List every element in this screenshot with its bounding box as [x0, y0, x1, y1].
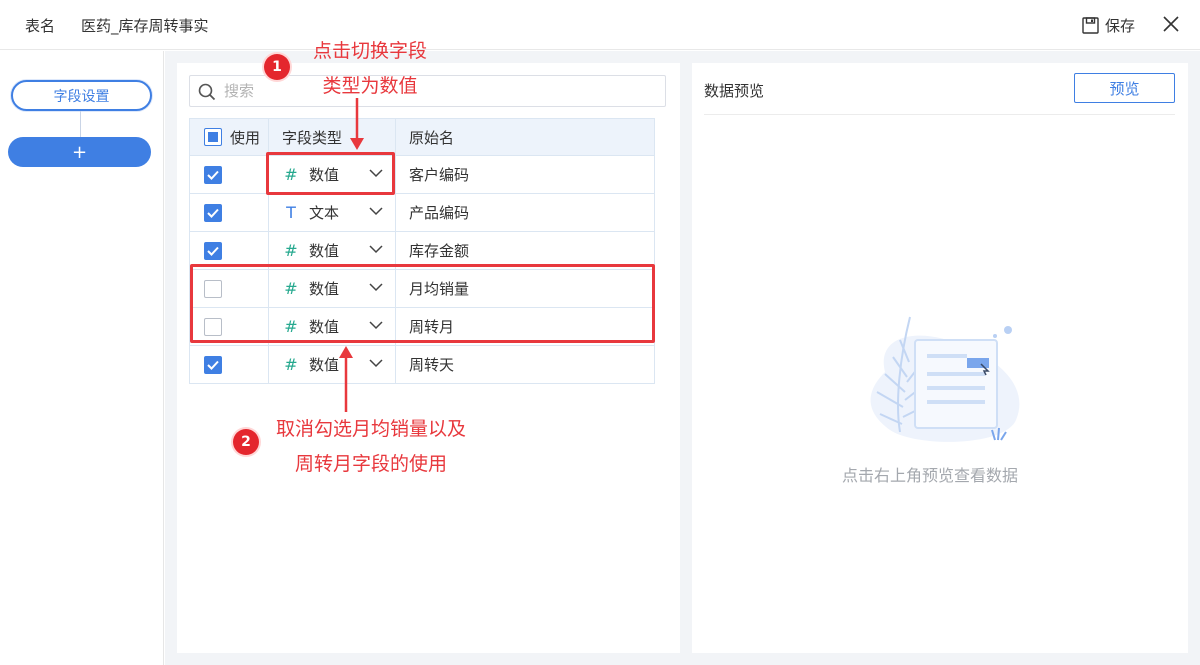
text-type-icon: T	[286, 203, 296, 222]
top-bar: 表名 医药_库存周转事实 保存	[0, 0, 1200, 50]
use-checkbox[interactable]	[204, 355, 222, 374]
search-icon	[198, 83, 216, 101]
table-row: # 数值 客户编码	[189, 155, 655, 194]
table-name-label: 表名	[25, 17, 56, 35]
chevron-down-icon	[369, 358, 383, 367]
type-dropdown[interactable]: T 文本	[269, 195, 395, 231]
annotation-note-1-line-1: 点击切换字段	[312, 40, 427, 62]
save-label: 保存	[1105, 16, 1136, 35]
steps-sidebar: 字段设置 +	[0, 51, 164, 665]
number-type-icon: #	[284, 355, 298, 374]
chevron-down-icon	[369, 244, 383, 253]
type-dropdown[interactable]: # 数值	[269, 347, 395, 383]
use-checkbox[interactable]	[204, 203, 222, 222]
original-name: 周转天	[395, 345, 655, 384]
save-icon	[1082, 16, 1099, 34]
preview-button[interactable]: 预览	[1074, 73, 1175, 103]
table-name-value: 医药_库存周转事实	[81, 17, 209, 35]
annotation-note-2-line-2: 周转月字段的使用	[294, 453, 447, 475]
header-use: 使用	[189, 118, 269, 156]
type-label: 数值	[309, 356, 340, 374]
preview-divider	[704, 114, 1175, 115]
type-label: 数值	[309, 242, 340, 260]
use-checkbox[interactable]	[204, 241, 222, 260]
annotation-badge-1: 1	[264, 54, 290, 80]
preview-title: 数据预览	[704, 82, 765, 100]
empty-hint: 点击右上角预览查看数据	[842, 466, 1019, 485]
chevron-down-icon	[369, 206, 383, 215]
annotation-badge-2: 2	[233, 429, 259, 455]
annotation-note-2-line-1: 取消勾选月均销量以及	[275, 418, 466, 440]
use-checkbox[interactable]	[204, 165, 222, 184]
annotation-box-rows	[190, 264, 655, 343]
number-type-icon: #	[284, 241, 298, 260]
annotation-note-1-line-2: 类型为数值	[322, 75, 418, 97]
select-all-checkbox[interactable]	[204, 128, 222, 146]
annotation-box-type	[266, 152, 395, 195]
table-row: # 数值 周转天	[189, 345, 655, 384]
step-connector	[80, 111, 81, 137]
table-header-row: 使用 字段类型 原始名	[189, 118, 655, 156]
header-type: 字段类型	[268, 118, 396, 156]
save-button[interactable]: 保存	[1082, 14, 1135, 36]
original-name: 产品编码	[395, 193, 655, 232]
header-use-label: 使用	[230, 128, 261, 147]
field-settings-step[interactable]: 字段设置	[11, 80, 152, 111]
add-step-button[interactable]: +	[8, 137, 151, 167]
fields-table: 使用 字段类型 原始名 # 数值 客户编码 T 文本 产品编码 # 数值 库存金额 #…	[189, 118, 655, 384]
original-name: 客户编码	[395, 155, 655, 194]
header-name: 原始名	[395, 118, 655, 156]
close-icon[interactable]	[1162, 15, 1180, 33]
table-row: T 文本 产品编码	[189, 193, 655, 232]
type-label: 文本	[309, 204, 340, 222]
empty-data-illustration	[870, 316, 1020, 442]
